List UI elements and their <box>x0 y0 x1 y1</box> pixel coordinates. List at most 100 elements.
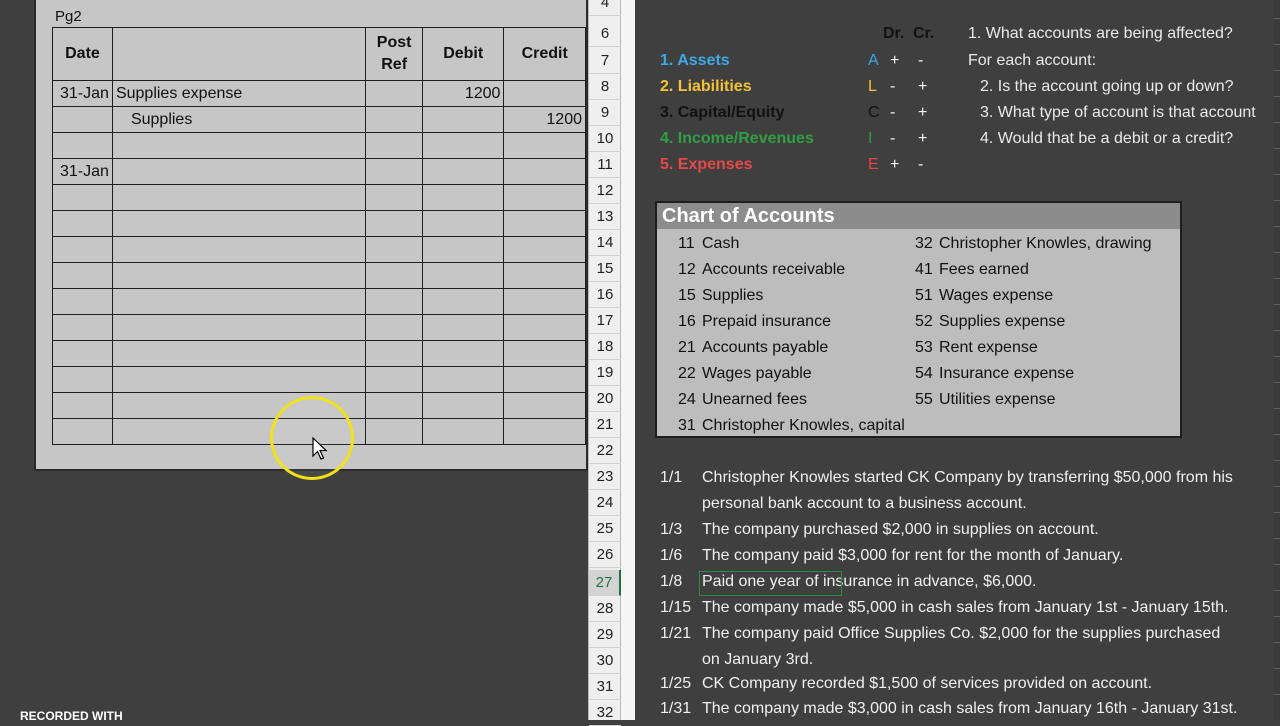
journal-debit-cell[interactable] <box>421 288 505 315</box>
row-number[interactable]: 22 <box>589 438 621 464</box>
journal-credit-cell[interactable] <box>503 288 586 315</box>
journal-credit-cell[interactable] <box>503 184 586 211</box>
journal-post-ref-cell[interactable] <box>365 184 423 211</box>
journal-debit-cell[interactable] <box>421 392 505 419</box>
journal-debit-cell[interactable] <box>421 184 505 211</box>
row-number[interactable]: 28 <box>589 596 621 622</box>
header-date[interactable]: Date <box>52 27 113 81</box>
journal-date-cell[interactable]: 31-Jan <box>52 158 113 185</box>
row-number[interactable]: 9 <box>589 100 621 126</box>
journal-credit-cell[interactable] <box>503 210 586 237</box>
journal-date-cell[interactable] <box>52 262 113 289</box>
journal-description-cell[interactable] <box>111 366 367 393</box>
journal-post-ref-cell[interactable] <box>365 236 423 263</box>
journal-debit-cell[interactable] <box>421 314 505 341</box>
journal-post-ref-cell[interactable] <box>365 366 423 393</box>
journal-description-cell[interactable] <box>111 184 367 211</box>
row-number[interactable]: 14 <box>589 230 621 256</box>
row-number[interactable]: 11 <box>589 152 621 178</box>
row-number[interactable]: 30 <box>589 648 621 674</box>
journal-debit-cell[interactable] <box>421 340 505 367</box>
journal-credit-cell[interactable] <box>503 366 586 393</box>
row-number[interactable]: 8 <box>589 74 621 100</box>
journal-description-cell[interactable] <box>111 132 367 159</box>
row-number[interactable]: 15 <box>589 256 621 282</box>
journal-date-cell[interactable] <box>52 288 113 315</box>
journal-credit-cell[interactable] <box>503 132 586 159</box>
journal-description-cell[interactable] <box>111 314 367 341</box>
journal-description-cell[interactable] <box>111 158 367 185</box>
journal-credit-cell[interactable] <box>503 80 586 107</box>
journal-debit-cell[interactable] <box>421 366 505 393</box>
journal-debit-cell[interactable] <box>421 210 505 237</box>
journal-date-cell[interactable] <box>52 314 113 341</box>
journal-description-cell[interactable] <box>111 288 367 315</box>
journal-date-cell[interactable] <box>52 392 113 419</box>
journal-credit-cell[interactable]: 1200 <box>503 106 586 133</box>
header-debit[interactable]: Debit <box>421 27 505 81</box>
header-post-ref[interactable]: Post Ref <box>365 27 423 81</box>
row-number[interactable]: 21 <box>589 412 621 438</box>
journal-credit-cell[interactable] <box>503 262 586 289</box>
journal-description-cell[interactable]: Supplies expense <box>111 80 367 107</box>
row-number[interactable]: 29 <box>589 622 621 648</box>
row-number[interactable]: 26 <box>589 542 621 568</box>
row-number[interactable]: 7 <box>589 48 621 74</box>
journal-debit-cell[interactable]: 1200 <box>421 80 505 107</box>
journal-date-cell[interactable] <box>52 210 113 237</box>
journal-post-ref-cell[interactable] <box>365 418 423 445</box>
journal-date-cell[interactable] <box>52 184 113 211</box>
journal-description-cell[interactable] <box>111 236 367 263</box>
journal-description-cell[interactable] <box>111 210 367 237</box>
row-number[interactable]: 6 <box>589 21 621 47</box>
journal-post-ref-cell[interactable] <box>365 392 423 419</box>
row-number[interactable]: 17 <box>589 308 621 334</box>
journal-credit-cell[interactable] <box>503 340 586 367</box>
journal-credit-cell[interactable] <box>503 314 586 341</box>
journal-post-ref-cell[interactable] <box>365 80 423 107</box>
journal-description-cell[interactable] <box>111 262 367 289</box>
journal-debit-cell[interactable] <box>421 106 505 133</box>
journal-credit-cell[interactable] <box>503 158 586 185</box>
journal-post-ref-cell[interactable] <box>365 262 423 289</box>
journal-date-cell[interactable] <box>52 340 113 367</box>
journal-post-ref-cell[interactable] <box>365 106 423 133</box>
journal-date-cell[interactable] <box>52 132 113 159</box>
row-number[interactable]: 31 <box>589 674 621 700</box>
journal-date-cell[interactable] <box>52 366 113 393</box>
row-number[interactable]: 13 <box>589 204 621 230</box>
journal-credit-cell[interactable] <box>503 392 586 419</box>
journal-credit-cell[interactable] <box>503 418 586 445</box>
journal-date-cell[interactable] <box>52 236 113 263</box>
row-number[interactable]: 20 <box>589 386 621 412</box>
journal-date-cell[interactable]: 31-Jan <box>52 80 113 107</box>
row-number[interactable]: 32 <box>589 700 621 726</box>
journal-date-cell[interactable] <box>52 106 113 133</box>
vertical-scrollbar[interactable] <box>1274 0 1280 720</box>
row-number[interactable]: 25 <box>589 516 621 542</box>
journal-post-ref-cell[interactable] <box>365 314 423 341</box>
row-number[interactable]: 24 <box>589 490 621 516</box>
journal-post-ref-cell[interactable] <box>365 340 423 367</box>
row-number[interactable]: 12 <box>589 178 621 204</box>
journal-post-ref-cell[interactable] <box>365 210 423 237</box>
journal-post-ref-cell[interactable] <box>365 132 423 159</box>
header-credit[interactable]: Credit <box>503 27 586 81</box>
journal-debit-cell[interactable] <box>421 418 505 445</box>
journal-debit-cell[interactable] <box>421 236 505 263</box>
row-number[interactable]: 18 <box>589 334 621 360</box>
journal-post-ref-cell[interactable] <box>365 288 423 315</box>
row-number[interactable]: 10 <box>589 126 621 152</box>
journal-debit-cell[interactable] <box>421 158 505 185</box>
journal-credit-cell[interactable] <box>503 236 586 263</box>
row-number[interactable]: 27 <box>589 570 621 596</box>
journal-debit-cell[interactable] <box>421 132 505 159</box>
journal-debit-cell[interactable] <box>421 262 505 289</box>
journal-description-cell[interactable]: Supplies <box>111 106 367 133</box>
journal-post-ref-cell[interactable] <box>365 158 423 185</box>
row-number[interactable]: 23 <box>589 464 621 490</box>
journal-date-cell[interactable] <box>52 418 113 445</box>
row-number[interactable]: 19 <box>589 360 621 386</box>
active-cell[interactable] <box>699 571 842 596</box>
header-description[interactable] <box>111 27 367 81</box>
